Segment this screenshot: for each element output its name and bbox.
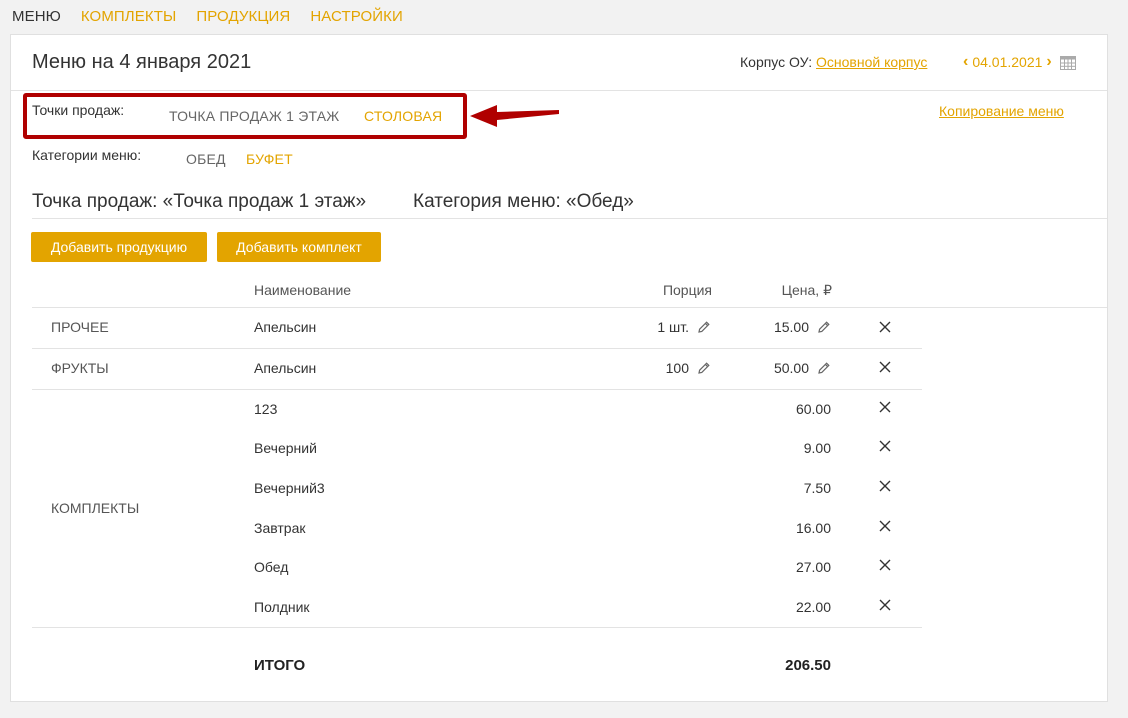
item-portion: 1 шт. bbox=[657, 319, 689, 335]
pencil-icon[interactable] bbox=[697, 361, 711, 375]
kit-name: Вечерний3 bbox=[254, 480, 325, 496]
highlight-box bbox=[23, 93, 467, 139]
total-label: ИТОГО bbox=[254, 657, 306, 674]
korpus-link[interactable]: Основной корпус bbox=[816, 54, 927, 70]
item-name: Апельсин bbox=[254, 360, 317, 376]
close-icon[interactable] bbox=[879, 440, 891, 452]
item-price: 50.00 bbox=[773, 360, 809, 376]
section-point-title: Точка продаж: «Точка продаж 1 этаж» bbox=[32, 191, 367, 212]
row-divider bbox=[32, 348, 922, 349]
category-buffet[interactable]: БУФЕТ bbox=[246, 151, 293, 167]
kit-price: 16.00 bbox=[795, 520, 831, 536]
date-value[interactable]: 04.01.2021 bbox=[972, 54, 1042, 70]
korpus-label: Корпус ОУ: bbox=[740, 54, 813, 70]
row-divider bbox=[32, 627, 922, 628]
item-price: 15.00 bbox=[773, 319, 809, 335]
page-title: Меню на 4 января 2021 bbox=[32, 51, 252, 73]
column-price-header: Цена, ₽ bbox=[781, 282, 832, 298]
nav-settings[interactable]: НАСТРОЙКИ bbox=[310, 8, 403, 28]
item-name: Апельсин bbox=[254, 319, 317, 335]
calendar-icon[interactable] bbox=[1059, 55, 1076, 70]
section-category-title: Категория меню: «Обед» bbox=[413, 191, 634, 212]
kit-price: 27.00 bbox=[795, 559, 831, 575]
close-icon[interactable] bbox=[879, 401, 891, 413]
item-portion: 100 bbox=[665, 360, 689, 376]
table-header-divider bbox=[32, 307, 1107, 308]
kit-price: 7.50 bbox=[803, 480, 831, 496]
header-divider bbox=[11, 90, 1107, 91]
kit-name: Вечерний bbox=[254, 440, 317, 456]
close-icon[interactable] bbox=[879, 520, 891, 532]
close-icon[interactable] bbox=[879, 559, 891, 571]
kit-price: 22.00 bbox=[795, 599, 831, 615]
menu-card: Меню на 4 января 2021 Корпус ОУ: Основно… bbox=[10, 34, 1108, 702]
kit-price: 60.00 bbox=[795, 401, 831, 417]
total-value: 206.50 bbox=[785, 657, 831, 674]
add-product-button[interactable]: Добавить продукцию bbox=[31, 232, 207, 262]
kit-name: Обед bbox=[254, 559, 289, 575]
arrow-left-icon bbox=[470, 105, 559, 127]
categories-label: Категории меню: bbox=[32, 147, 142, 163]
pencil-icon[interactable] bbox=[817, 361, 831, 375]
pencil-icon[interactable] bbox=[697, 320, 711, 334]
top-nav: МЕНЮ КОМПЛЕКТЫ ПРОДУКЦИЯ НАСТРОЙКИ bbox=[12, 8, 423, 28]
date-navigator: ‹ 04.01.2021 › bbox=[963, 53, 1076, 71]
section-divider bbox=[32, 218, 1107, 219]
nav-products[interactable]: ПРОДУКЦИЯ bbox=[196, 8, 290, 28]
close-icon[interactable] bbox=[879, 599, 891, 611]
chevron-left-icon[interactable]: ‹ bbox=[963, 53, 968, 71]
close-icon[interactable] bbox=[879, 480, 891, 492]
close-icon[interactable] bbox=[879, 321, 891, 333]
chevron-right-icon[interactable]: › bbox=[1046, 53, 1051, 71]
close-icon[interactable] bbox=[879, 361, 891, 373]
kit-name: Завтрак bbox=[254, 520, 306, 536]
category-cell: КОМПЛЕКТЫ bbox=[51, 500, 140, 516]
nav-kits[interactable]: КОМПЛЕКТЫ bbox=[81, 8, 176, 28]
kit-name: 123 bbox=[254, 401, 278, 417]
korpus-selector: Корпус ОУ: Основной корпус bbox=[740, 54, 927, 70]
category-cell: ФРУКТЫ bbox=[51, 360, 109, 376]
row-divider bbox=[32, 389, 922, 390]
add-kit-button[interactable]: Добавить комплект bbox=[217, 232, 381, 262]
kit-price: 9.00 bbox=[803, 440, 831, 456]
pencil-icon[interactable] bbox=[817, 320, 831, 334]
category-cell: ПРОЧЕЕ bbox=[51, 319, 109, 335]
column-name-header: Наименование bbox=[254, 282, 352, 298]
column-portion-header: Порция bbox=[662, 282, 712, 298]
category-lunch[interactable]: ОБЕД bbox=[186, 151, 226, 167]
nav-menu[interactable]: МЕНЮ bbox=[12, 8, 61, 28]
copy-menu-link[interactable]: Копирование меню bbox=[939, 103, 1064, 119]
kit-name: Полдник bbox=[254, 599, 310, 615]
